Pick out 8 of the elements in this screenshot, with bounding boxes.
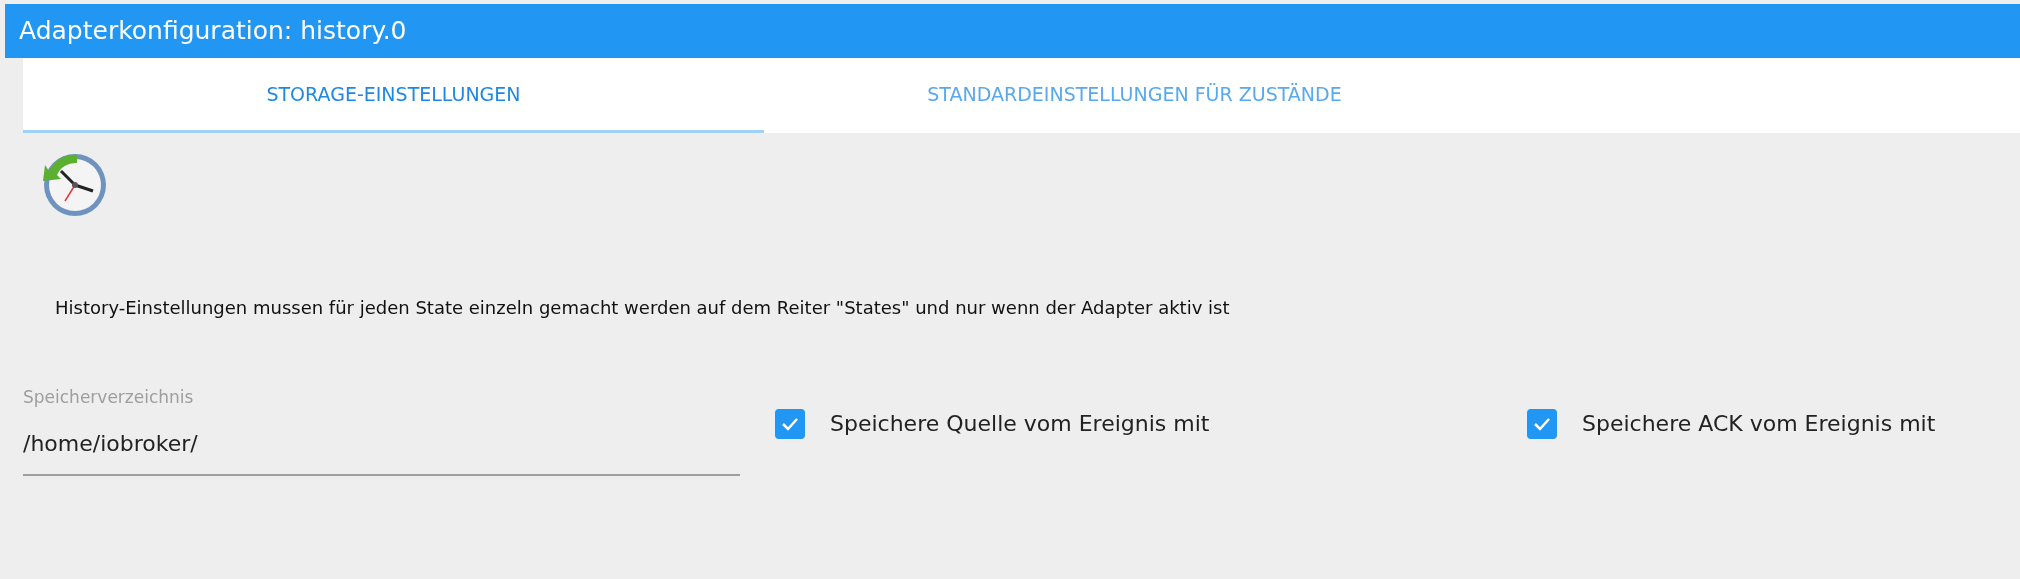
checkbox[interactable] bbox=[1527, 408, 1557, 439]
input-field[interactable]: /home/iobroker/ bbox=[23, 410, 740, 476]
checkbox-label: Speichere Quelle vom Ereignis mit bbox=[830, 410, 1210, 438]
checkbox[interactable] bbox=[775, 408, 805, 439]
checkbox-label: Speichere ACK vom Ereignis mit bbox=[1582, 410, 1936, 438]
info-text: History-Einstellungen mussen für jeden State einzeln gemacht werden auf dem Reiter "States" und nur wenn der Adapter aktiv ist bbox=[55, 296, 1231, 320]
window-title: Adapterkonfiguration: history.0 bbox=[5, 4, 2020, 58]
field-label: Speicherverzeichnis bbox=[23, 386, 195, 409]
